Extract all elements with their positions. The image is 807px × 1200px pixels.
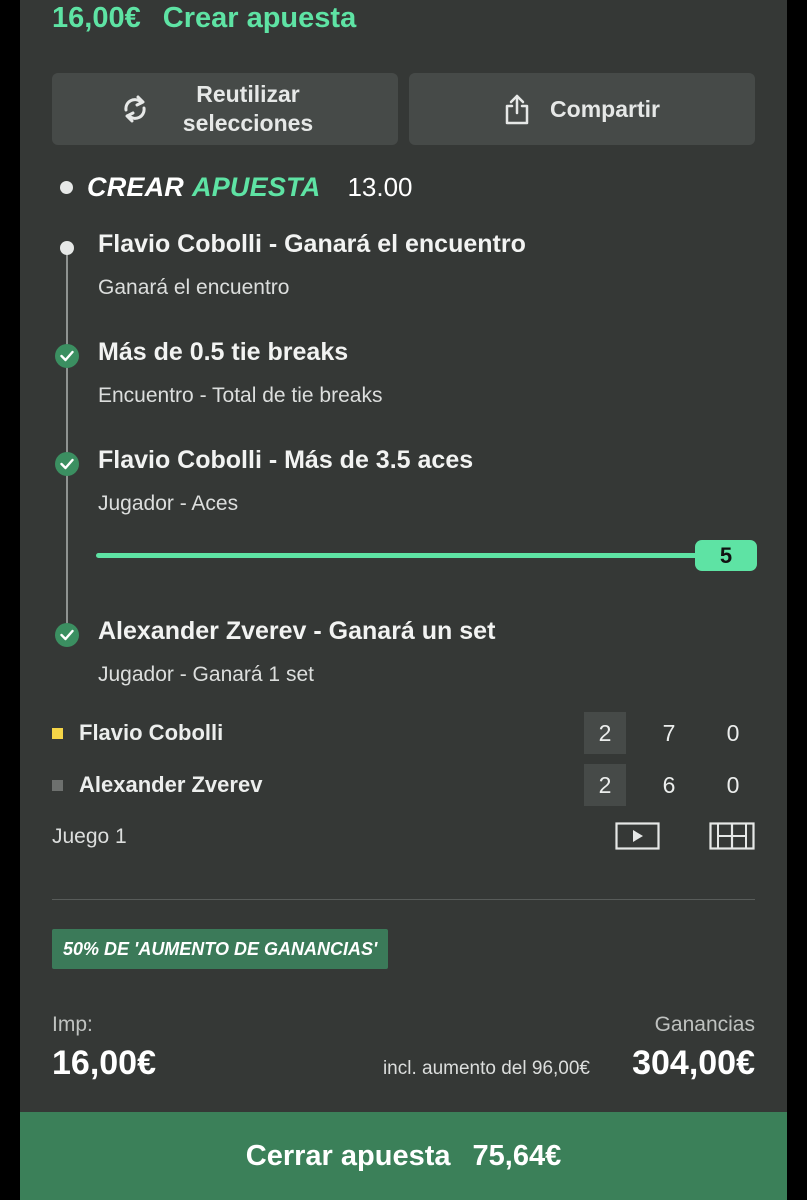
serving-indicator bbox=[52, 728, 63, 739]
points-score: 0 bbox=[726, 771, 740, 798]
selection-title: Flavio Cobolli - Más de 3.5 aces bbox=[98, 446, 474, 474]
check-icon bbox=[55, 452, 79, 476]
cash-out-button[interactable]: Cerrar apuesta 75,64€ bbox=[20, 1112, 787, 1200]
selection-market: Jugador - Ganará 1 set bbox=[98, 663, 314, 686]
divider bbox=[52, 899, 755, 900]
bet-builder-brand: CREAR APUESTA bbox=[87, 172, 320, 203]
check-icon bbox=[55, 623, 79, 647]
sets-score: 2 bbox=[584, 764, 626, 806]
stake-label: Imp: bbox=[52, 1013, 93, 1036]
scoreboard-row: Flavio Cobolli 2 7 0 bbox=[52, 712, 755, 754]
reuse-selections-button[interactable]: Reutilizar selecciones bbox=[52, 73, 398, 145]
cash-out-value: 75,64€ bbox=[472, 1139, 562, 1172]
winnings-boost-note: incl. aumento del 96,00€ bbox=[382, 1058, 590, 1079]
points-score: 0 bbox=[726, 719, 740, 746]
brand-word-crear: CREAR bbox=[87, 171, 185, 202]
share-label: Compartir bbox=[550, 95, 660, 122]
share-icon bbox=[504, 93, 530, 125]
aces-progress-bar bbox=[96, 553, 700, 558]
selection-item: Flavio Cobolli - Ganará el encuentro Gan… bbox=[98, 230, 526, 300]
player-name: Alexander Zverev bbox=[79, 772, 263, 797]
selection-market: Jugador - Aces bbox=[98, 492, 239, 515]
selection-market: Encuentro - Total de tie breaks bbox=[98, 384, 383, 407]
header: 16,00€ Crear apuesta bbox=[52, 2, 356, 35]
selection-item: Más de 0.5 tie breaks Encuentro - Total … bbox=[98, 338, 382, 408]
serving-indicator bbox=[52, 780, 63, 791]
header-amount: 16,00€ bbox=[52, 2, 141, 34]
share-button[interactable]: Compartir bbox=[409, 73, 755, 145]
winnings-value: 304,00€ bbox=[632, 1044, 755, 1082]
refresh-icon bbox=[122, 94, 148, 124]
bet-builder-title: CREAR APUESTA 13.00 bbox=[60, 168, 413, 206]
video-icon[interactable] bbox=[615, 822, 660, 855]
selection-market: Ganará el encuentro bbox=[98, 276, 290, 299]
games-score: 6 bbox=[662, 771, 676, 798]
aces-progress-value: 5 bbox=[695, 540, 757, 571]
reuse-selections-label: Reutilizar selecciones bbox=[182, 81, 314, 136]
scoreboard-row: Alexander Zverev 2 6 0 bbox=[52, 764, 755, 806]
winnings-boost-badge: 50% DE 'AUMENTO DE GANANCIAS' bbox=[52, 929, 389, 969]
selections-timeline bbox=[66, 248, 68, 633]
brand-word-apuesta: APUESTA bbox=[192, 171, 321, 202]
pending-dot-icon bbox=[60, 241, 74, 255]
selection-title: Más de 0.5 tie breaks bbox=[98, 338, 349, 366]
stake-value: 16,00€ bbox=[52, 1044, 156, 1082]
sets-score: 2 bbox=[584, 712, 626, 754]
games-score: 7 bbox=[662, 719, 676, 746]
selection-title: Flavio Cobolli - Ganará el encuentro bbox=[98, 230, 526, 258]
selection-title: Alexander Zverev - Ganará un set bbox=[98, 617, 496, 645]
cash-out-label: Cerrar apuesta bbox=[245, 1139, 451, 1172]
court-icon[interactable] bbox=[709, 822, 755, 855]
current-game-label: Juego 1 bbox=[52, 825, 127, 848]
winnings-label: Ganancias bbox=[654, 1013, 755, 1036]
selection-item: Flavio Cobolli - Más de 3.5 aces Jugador… bbox=[98, 446, 473, 516]
selection-item: Alexander Zverev - Ganará un set Jugador… bbox=[98, 617, 495, 687]
player-name: Flavio Cobolli bbox=[79, 720, 224, 745]
status-dot bbox=[60, 180, 73, 194]
combined-odds: 13.00 bbox=[347, 171, 413, 202]
header-title: Crear apuesta bbox=[162, 2, 357, 34]
check-icon bbox=[55, 344, 79, 368]
